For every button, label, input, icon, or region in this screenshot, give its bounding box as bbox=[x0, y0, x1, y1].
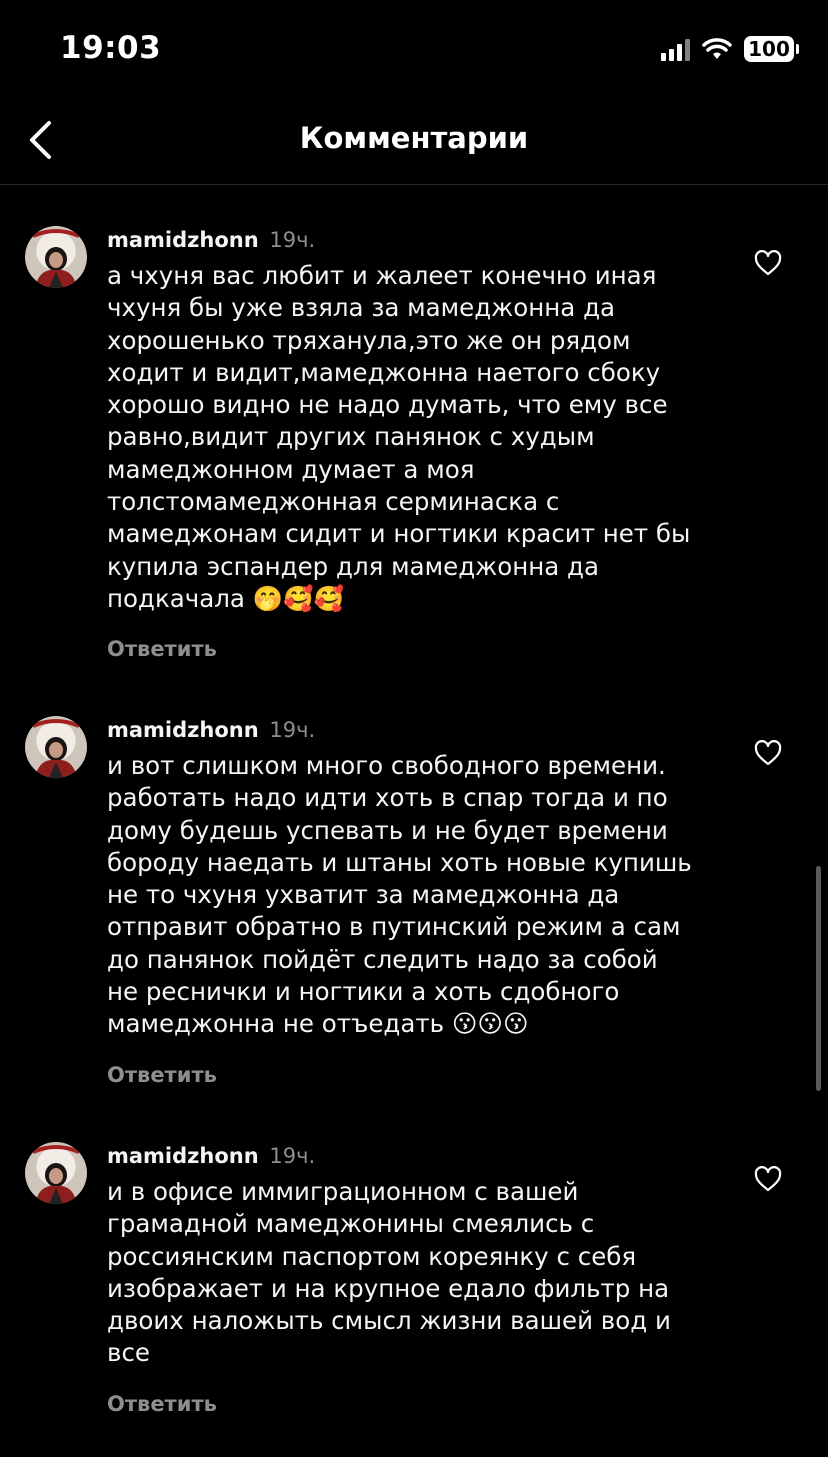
status-time: 19:03 bbox=[60, 30, 162, 66]
heart-icon[interactable] bbox=[754, 740, 782, 766]
avatar-image bbox=[32, 1145, 80, 1204]
battery-icon: 100 bbox=[744, 36, 799, 62]
avatar[interactable] bbox=[25, 1142, 87, 1204]
heart-icon[interactable] bbox=[754, 250, 782, 276]
avatar-image bbox=[32, 229, 80, 288]
scrollbar[interactable] bbox=[816, 866, 821, 1091]
avatar-image bbox=[32, 719, 80, 778]
comment-text: а чхуня вас любит и жалеет конечно иная … bbox=[107, 261, 691, 613]
comment-time: 19ч. bbox=[269, 228, 316, 252]
wifi-icon bbox=[702, 38, 732, 59]
avatar[interactable] bbox=[25, 716, 87, 778]
heart-icon[interactable] bbox=[754, 1166, 782, 1192]
comment-time: 19ч. bbox=[269, 718, 316, 742]
navigation-bar: Комментарии bbox=[0, 100, 828, 185]
comment-username[interactable]: mamidzhonn bbox=[107, 228, 259, 252]
status-icons: 100 bbox=[661, 36, 799, 62]
cellular-signal-icon bbox=[661, 37, 690, 61]
comment-text: и в офисе иммиграционном с вашей грамадн… bbox=[107, 1177, 671, 1368]
avatar[interactable] bbox=[25, 226, 87, 288]
comment-text: и вот слишком много свободного времени. … bbox=[107, 751, 692, 1039]
comment-username[interactable]: mamidzhonn bbox=[107, 1144, 259, 1168]
comment-time: 19ч. bbox=[269, 1144, 316, 1168]
status-bar: 19:03 100 bbox=[0, 0, 828, 100]
reply-button[interactable]: Ответить bbox=[107, 637, 217, 661]
comment-username[interactable]: mamidzhonn bbox=[107, 718, 259, 742]
page-title: Комментарии bbox=[299, 121, 529, 155]
reply-button[interactable]: Ответить bbox=[107, 1392, 217, 1416]
reply-button[interactable]: Ответить bbox=[107, 1063, 217, 1087]
